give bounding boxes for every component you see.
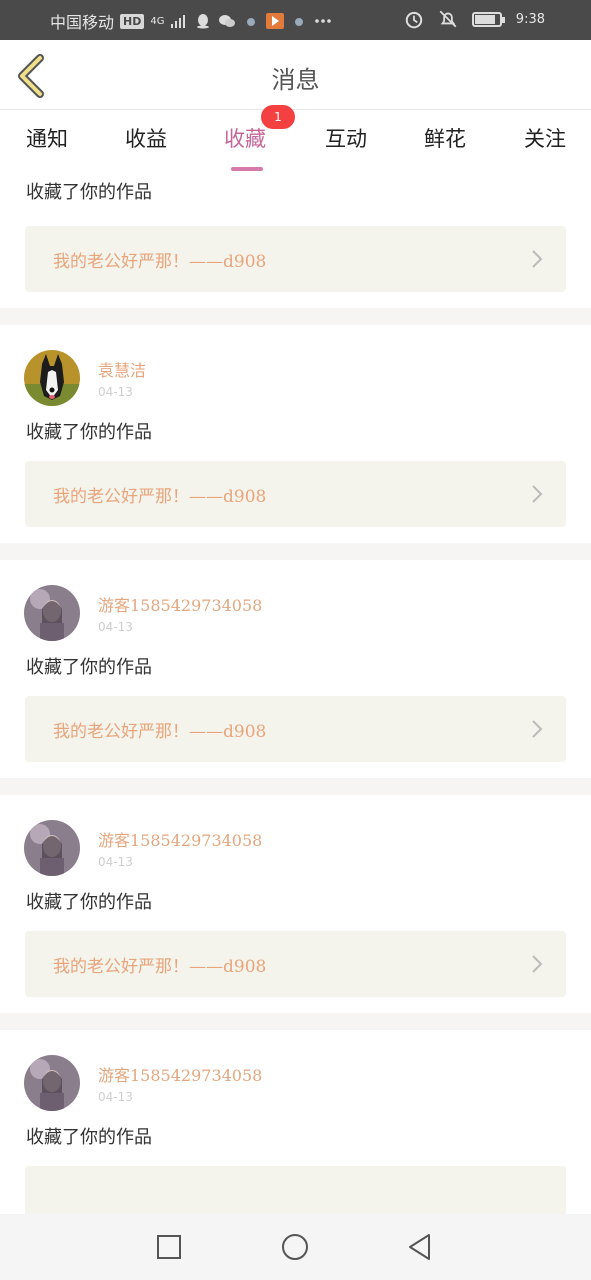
work-link[interactable]: 我的老公好严那！——d908	[25, 931, 566, 997]
home-icon[interactable]	[279, 1231, 311, 1263]
user-avatar[interactable]	[24, 820, 80, 876]
mute-icon	[439, 10, 457, 28]
user-row[interactable]: 游客1585429734058 04-13	[0, 560, 591, 656]
post-date: 04-13	[98, 385, 133, 399]
work-link[interactable]: 我的老公好严那！——d908	[25, 226, 566, 292]
chevron-right-icon	[532, 955, 543, 973]
system-nav-bar	[0, 1214, 591, 1280]
hd-badge: HD	[120, 13, 145, 29]
small-app-icon	[247, 18, 256, 26]
work-link[interactable]: 我的老公好严那！——d908	[25, 461, 566, 527]
work-title: 我的老公好严那！——d908	[53, 487, 267, 507]
recent-apps-icon[interactable]	[153, 1231, 185, 1263]
work-title: 我的老公好严那！——d908	[53, 722, 267, 742]
wechat-icon	[219, 15, 236, 27]
user-name[interactable]: 游客1585429734058	[98, 592, 262, 616]
feed-card: 游客1585429734058 04-13 收藏了你的作品	[0, 1030, 591, 1232]
carrier-label: 中国移动	[50, 13, 115, 32]
tab-flowers[interactable]: 鲜花	[415, 123, 475, 153]
user-avatar[interactable]	[24, 1055, 80, 1111]
tab-favorites-label: 收藏	[224, 127, 266, 151]
battery-icon	[471, 11, 505, 27]
user-avatar[interactable]	[24, 585, 80, 641]
category-tabs: 通知 收益 收藏 互动 鲜花 关注 1	[0, 105, 591, 173]
status-bar: 中国移动 HD 4G 9:38	[0, 0, 591, 40]
user-row[interactable]: 游客1585429734058 04-13	[0, 1030, 591, 1126]
feed-card: 收藏了你的作品 我的老公好严那！——d908	[0, 173, 591, 308]
feed-card: 袁慧洁 04-13 收藏了你的作品 我的老公好严那！——d908	[0, 325, 591, 543]
feed-card: 游客1585429734058 04-13 收藏了你的作品 我的老公好严那！——…	[0, 560, 591, 778]
user-name[interactable]: 袁慧洁	[98, 357, 146, 381]
signal-icon	[171, 15, 186, 28]
action-text: 收藏了你的作品	[26, 182, 152, 203]
action-text: 收藏了你的作品	[26, 422, 152, 443]
work-title: 我的老公好严那！——d908	[53, 957, 267, 977]
card-divider	[0, 1013, 591, 1030]
tab-favorites[interactable]: 收藏	[215, 123, 275, 171]
post-date: 04-13	[98, 620, 133, 634]
card-divider	[0, 543, 591, 560]
app-icon	[266, 13, 285, 29]
user-row[interactable]: 袁慧洁 04-13	[0, 325, 591, 421]
work-title: 我的老公好严那！——d908	[53, 252, 267, 272]
unread-badge: 1	[261, 105, 295, 129]
tab-interactions[interactable]: 互动	[316, 123, 376, 153]
app-header: 消息	[0, 40, 591, 110]
action-text: 收藏了你的作品	[26, 892, 152, 913]
post-date: 04-13	[98, 1090, 133, 1104]
user-row[interactable]: 游客1585429734058 04-13	[0, 795, 591, 891]
page-title: 消息	[271, 66, 320, 94]
user-name[interactable]: 游客1585429734058	[98, 1062, 262, 1086]
back-icon[interactable]	[404, 1231, 436, 1263]
network-label: 4G	[150, 15, 165, 27]
more-icon	[315, 19, 332, 23]
user-avatar[interactable]	[24, 350, 80, 406]
chevron-right-icon	[532, 485, 543, 503]
tab-earnings[interactable]: 收益	[116, 123, 176, 153]
clock-time: 9:38	[515, 11, 545, 27]
alarm-icon	[405, 11, 423, 29]
post-date: 04-13	[98, 855, 133, 869]
tab-follow[interactable]: 关注	[515, 123, 575, 153]
tab-notice[interactable]: 通知	[17, 123, 77, 153]
status-left: 中国移动 HD 4G	[50, 9, 332, 33]
action-text: 收藏了你的作品	[26, 1127, 152, 1148]
card-divider	[0, 308, 591, 325]
user-name[interactable]: 游客1585429734058	[98, 827, 262, 851]
action-text: 收藏了你的作品	[26, 657, 152, 678]
small-app-icon-2	[295, 18, 304, 26]
active-tab-underline	[231, 167, 263, 171]
qq-icon	[197, 14, 210, 29]
work-link[interactable]: 我的老公好严那！——d908	[25, 696, 566, 762]
feed-card: 游客1585429734058 04-13 收藏了你的作品 我的老公好严那！——…	[0, 795, 591, 1013]
favorites-feed: 收藏了你的作品 我的老公好严那！——d908 袁慧洁 04-13 收藏了你的作品…	[0, 173, 591, 1232]
battery-fill	[474, 14, 496, 24]
card-divider	[0, 778, 591, 795]
chevron-right-icon	[532, 250, 543, 268]
status-right: 9:38	[404, 9, 545, 29]
chevron-right-icon	[532, 720, 543, 738]
